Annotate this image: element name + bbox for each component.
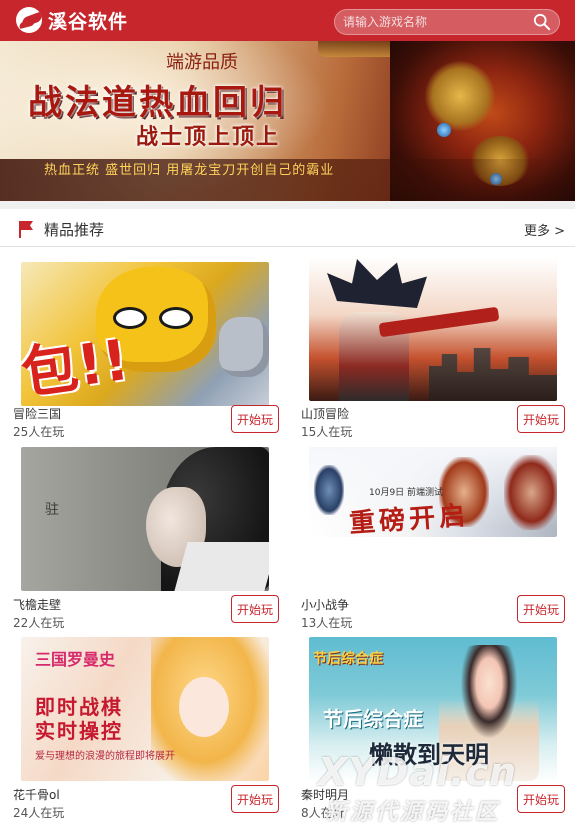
game-name[interactable]: 小小战争 <box>301 596 349 613</box>
start-play-button[interactable]: 开始玩 <box>231 405 279 433</box>
game-thumbnail[interactable]: 10月9日 前端测试 重磅开启 <box>309 447 557 537</box>
start-play-button[interactable]: 开始玩 <box>517 405 565 433</box>
player-count: 22人在玩 <box>13 616 65 630</box>
section-divider <box>0 201 575 209</box>
start-play-button[interactable]: 开始玩 <box>517 785 565 813</box>
game-thumbnail[interactable] <box>309 257 557 401</box>
game-name[interactable]: 飞檐走壁 <box>13 596 61 613</box>
game-name[interactable]: 冒险三国 <box>13 405 61 422</box>
start-play-button[interactable]: 开始玩 <box>231 785 279 813</box>
banner-subtitle: 端游品质 <box>166 52 238 73</box>
section-title: 精品推荐 <box>44 221 105 239</box>
section-header: 精品推荐 更多 > <box>0 209 575 247</box>
game-thumbnail[interactable]: 三国罗曼史 即时战棋 实时操控 爱与理想的浪漫的旅程即将展开 <box>21 637 269 781</box>
banner-title: 战法道热血回归 <box>28 83 287 123</box>
top-header: 溪谷软件 <box>0 0 575 41</box>
game-thumbnail[interactable]: 包!! <box>21 262 269 406</box>
game-thumbnail[interactable]: 驻 <box>21 447 269 591</box>
search-icon[interactable] <box>533 13 551 31</box>
player-count: 25人在玩 <box>13 425 65 439</box>
promo-banner[interactable]: 端游品质 战法道热血回归 战士顶上顶上 热血正统 盛世回归 用屠龙宝刀开创自己的… <box>0 41 575 201</box>
more-link[interactable]: 更多 > <box>524 220 565 239</box>
watermark-subtext: 新源代源码社区 <box>325 800 501 825</box>
start-play-button[interactable]: 开始玩 <box>231 595 279 623</box>
player-count: 24人在玩 <box>13 806 65 820</box>
player-count: 15人在玩 <box>301 425 353 439</box>
banner-title-secondary: 战士顶上顶上 <box>136 125 281 150</box>
logo[interactable]: 溪谷软件 <box>16 7 128 33</box>
logo-icon <box>16 7 42 33</box>
game-name[interactable]: 山顶冒险 <box>301 405 349 422</box>
logo-text: 溪谷软件 <box>48 10 129 33</box>
game-logo-image <box>318 41 398 57</box>
watermark-text: XYDai.cn <box>318 750 518 794</box>
player-count: 13人在玩 <box>301 616 353 630</box>
banner-slogan: 热血正统 盛世回归 用屠龙宝刀开创自己的霸业 <box>44 163 335 178</box>
flag-icon <box>19 221 33 238</box>
start-play-button[interactable]: 开始玩 <box>517 595 565 623</box>
search-box <box>334 9 560 35</box>
game-name[interactable]: 花千骨ol <box>13 786 60 803</box>
search-input[interactable] <box>343 12 523 32</box>
